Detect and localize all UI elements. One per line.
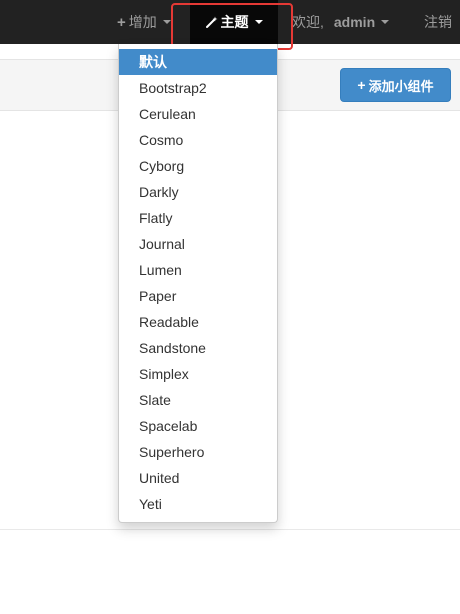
theme-option[interactable]: Darkly — [119, 179, 277, 205]
theme-option[interactable]: Superhero — [119, 439, 277, 465]
logout-link[interactable]: 注销 — [424, 0, 452, 44]
add-menu-label: 增加 — [128, 14, 157, 30]
theme-option[interactable]: Spacelab — [119, 413, 277, 439]
highlight-outline — [171, 3, 293, 50]
theme-option[interactable]: Paper — [119, 283, 277, 309]
theme-option[interactable]: Flatly — [119, 205, 277, 231]
add-menu[interactable]: + 增加 — [117, 0, 171, 44]
plus-icon: + — [357, 77, 366, 93]
theme-option[interactable]: Readable — [119, 309, 277, 335]
add-widget-button[interactable]: + 添加小组件 — [340, 68, 451, 102]
theme-option[interactable]: Lumen — [119, 257, 277, 283]
theme-option[interactable]: 默认 — [119, 49, 277, 75]
theme-option[interactable]: Yeti — [119, 491, 277, 517]
theme-option[interactable]: Sandstone — [119, 335, 277, 361]
theme-option[interactable]: Bootstrap2 — [119, 75, 277, 101]
theme-option[interactable]: Cosmo — [119, 127, 277, 153]
content-divider — [0, 529, 460, 530]
chevron-down-icon — [162, 20, 171, 24]
chevron-down-icon — [381, 20, 390, 24]
username: admin — [333, 14, 376, 30]
theme-option[interactable]: Cerulean — [119, 101, 277, 127]
theme-option[interactable]: Slate — [119, 387, 277, 413]
theme-option[interactable]: Journal — [119, 231, 277, 257]
theme-option[interactable]: Cyborg — [119, 153, 277, 179]
theme-option[interactable]: United — [119, 465, 277, 491]
theme-dropdown-menu: 默认 Bootstrap2 Cerulean Cosmo Cyborg Darkly Fla… — [118, 44, 278, 523]
welcome-text: 欢迎, — [292, 14, 324, 30]
user-menu[interactable]: 欢迎, admin — [292, 0, 390, 44]
plus-icon: + — [117, 13, 126, 31]
theme-option[interactable]: Simplex — [119, 361, 277, 387]
add-widget-label: 添加小组件 — [368, 78, 434, 94]
